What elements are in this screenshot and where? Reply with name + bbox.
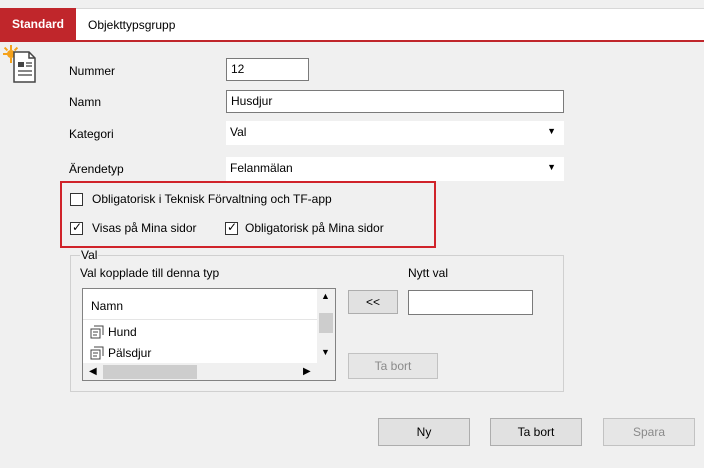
visas-mina-sidor-label: Visas på Mina sidor [92,221,197,235]
nytt-val-label: Nytt val [408,266,449,280]
list-item-label: Hund [108,325,137,339]
scroll-down-icon[interactable]: ▼ [321,347,330,357]
kategori-value: Val [230,125,247,139]
item-icon [90,346,104,360]
nummer-input[interactable]: 12 [226,58,309,81]
list-item[interactable]: Hund [89,323,317,341]
obligatorisk-tf-label: Obligatorisk i Teknisk Förvaltning och T… [92,192,332,206]
kategori-label: Kategori [69,127,114,141]
checkmark-icon: ✓ [227,220,238,234]
scroll-thumb[interactable] [319,313,333,333]
obligatorisk-tf-checkbox[interactable] [70,193,83,206]
obligatorisk-mina-sidor-checkbox[interactable]: ✓ [225,220,238,235]
spara-button[interactable]: Spara [603,418,695,446]
ta-bort-val-button[interactable]: Ta bort [348,353,438,379]
visas-mina-sidor-checkbox[interactable]: ✓ [70,220,83,235]
nummer-label: Nummer [69,64,116,78]
val-listbox[interactable]: Namn Hund Pälsdjur ▲ ▼ ◀ ▶ [82,288,336,381]
list-item[interactable]: Pälsdjur [89,344,317,362]
scroll-left-icon[interactable]: ◀ [89,366,97,377]
list-header-namn: Namn [91,299,124,313]
val-linked-label: Val kopplade till denna typ [80,266,220,280]
namn-label: Namn [69,95,102,109]
tab-objekttypsgrupp-label: Objekttypsgrupp [88,18,176,32]
scroll-thumb-horizontal[interactable] [103,365,197,379]
add-val-button[interactable]: << [348,290,398,314]
list-divider [83,319,317,320]
namn-input[interactable]: Husdjur [226,90,564,113]
checkmark-icon: ✓ [72,220,83,234]
arendetyp-select[interactable]: Felanmälan ▼ [226,157,564,181]
horizontal-scrollbar[interactable]: ◀ ▶ [83,363,335,380]
nytt-val-input[interactable] [408,290,533,315]
vertical-scrollbar[interactable]: ▲ ▼ [317,289,335,363]
arendetyp-label: Ärendetyp [69,162,124,176]
ta-bort-button[interactable]: Ta bort [490,418,582,446]
ny-button[interactable]: Ny [378,418,470,446]
tab-underline [0,40,704,42]
tab-objekttypsgrupp[interactable]: Objekttypsgrupp [76,8,704,40]
obligatorisk-mina-sidor-label: Obligatorisk på Mina sidor [245,221,384,235]
document-icon [2,44,38,84]
list-item-label: Pälsdjur [108,346,152,360]
chevron-down-icon: ▼ [547,126,556,136]
kategori-select[interactable]: Val ▼ [226,121,564,145]
scroll-up-icon[interactable]: ▲ [321,291,330,301]
arendetyp-value: Felanmälan [230,161,293,175]
chevron-down-icon: ▼ [547,162,556,172]
val-group-title: Val [80,248,99,262]
scroll-right-icon[interactable]: ▶ [303,366,311,377]
item-icon [90,325,104,339]
tab-standard[interactable]: Standard [0,8,76,40]
